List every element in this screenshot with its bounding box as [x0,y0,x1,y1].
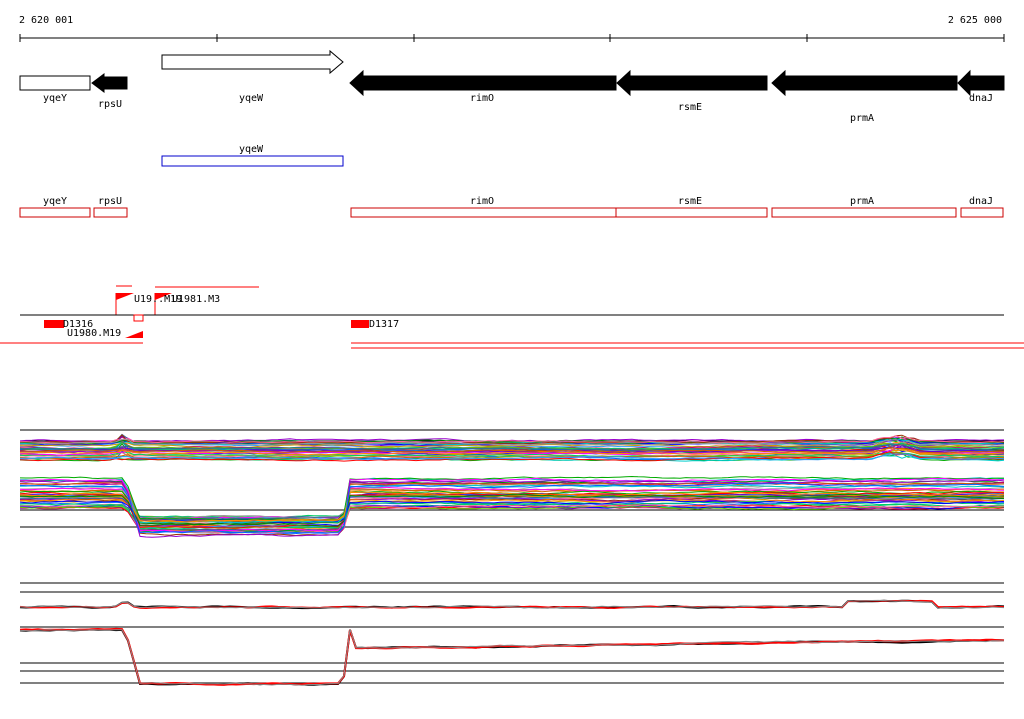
segment-track: U19..M19 U1981.M3 D1316 U1980.M19 D1317 [0,285,1024,349]
red-feature-box-rpsu[interactable] [93,207,128,218]
gene-arrow-rpsu[interactable] [91,73,128,93]
red-feature-box-rimo[interactable] [350,207,617,218]
gene-arrow-yqey[interactable] [19,75,91,91]
summary-line-lower [19,629,1005,686]
gene-label-rimo: rimO [470,93,494,104]
summary-line-lower [19,627,1005,686]
summary-profile-panel [19,582,1005,686]
summary-line-lower [19,628,1005,686]
red-feature-box-dnaj[interactable] [960,207,1004,218]
gene-label-yqey: yqeY [43,93,67,104]
profile-lines [19,433,1005,538]
gene-arrow-rsme[interactable] [616,69,768,97]
red-feature-label-rsme: rsmE [678,196,702,207]
segment-block-d1316[interactable] [44,320,64,328]
summary-lines [19,599,1005,686]
red-feature-box-prma[interactable] [771,207,957,218]
red-feature-box-rsme[interactable] [615,207,768,218]
gene-arrow-yqew[interactable] [161,49,344,75]
red-feature-track: yqeY rpsU rimO rsmE prmA dnaJ [19,196,1004,218]
segment-label-d1317: D1317 [369,319,399,330]
segment-flag-u1980[interactable] [125,331,143,338]
genome-browser-view: 2 620 001 2 625 000 yqeY rpsU yqeW rimO … [0,0,1024,714]
gene-label-dnaj: dnaJ [969,93,993,104]
red-feature-label-dnaj: dnaJ [969,196,993,207]
expression-profile-panel [19,429,1005,538]
segment-block-d1317[interactable] [351,320,369,328]
gene-arrow-dnaj[interactable] [957,69,1005,97]
gene-arrow-prma[interactable] [771,69,958,97]
coordinate-ruler: 2 620 001 2 625 000 [19,15,1005,42]
ruler-end-label: 2 625 000 [948,15,1002,26]
red-feature-label-yqey: yqeY [43,196,67,207]
segment-flag-u1979[interactable] [116,293,134,300]
red-feature-label-rimo: rimO [470,196,494,207]
red-feature-label-rpsu: rpsU [98,196,122,207]
segment-box-u1980 [133,314,144,322]
gene-arrow-track: yqeY rpsU yqeW rimO rsmE prmA dnaJ [19,49,1005,124]
gene-arrow-rimo[interactable] [349,69,617,97]
blue-feature-track: yqeW [161,144,344,167]
gene-label-yqew: yqeW [239,93,264,104]
blue-feature-box-yqew[interactable] [161,155,344,167]
red-feature-box-yqey[interactable] [19,207,91,218]
gene-label-rsme: rsmE [678,102,702,113]
genome-browser-canvas: 2 620 001 2 625 000 yqeY rpsU yqeW rimO … [0,15,1024,686]
red-feature-label-prma: prmA [850,196,874,207]
gene-label-rpsu: rpsU [98,99,122,110]
summary-guide-lines [20,582,1004,684]
gene-label-prma: prmA [850,113,874,124]
segment-label-u1980: U1980.M19 [67,328,121,339]
segment-label-u1981: U1981.M3 [172,294,220,305]
blue-feature-label-yqew: yqeW [239,144,264,155]
ruler-start-label: 2 620 001 [19,15,73,26]
